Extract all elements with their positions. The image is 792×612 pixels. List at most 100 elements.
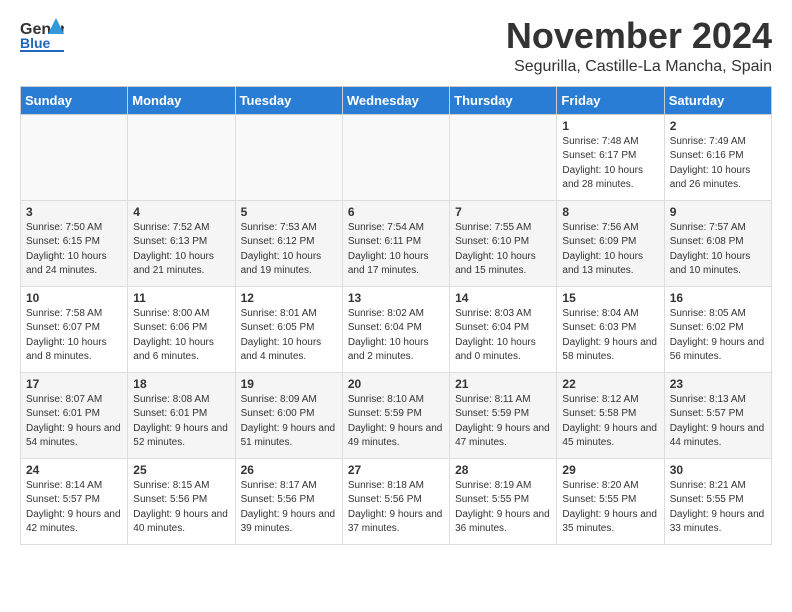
calendar-cell: [342, 114, 449, 200]
day-number: 20: [348, 377, 444, 391]
calendar-cell: 12 Sunrise: 8:01 AM Sunset: 6:05 PM Dayli…: [235, 286, 342, 372]
day-number: 27: [348, 463, 444, 477]
page: General Blue November 2024 Segurilla, Ca…: [0, 0, 792, 565]
calendar-cell: 8 Sunrise: 7:56 AM Sunset: 6:09 PM Daylig…: [557, 200, 664, 286]
calendar-cell: 29 Sunrise: 8:20 AM Sunset: 5:55 PM Dayli…: [557, 458, 664, 544]
calendar-cell: 19 Sunrise: 8:09 AM Sunset: 6:00 PM Dayli…: [235, 372, 342, 458]
day-info: Sunrise: 8:01 AM Sunset: 6:05 PM Dayligh…: [241, 307, 337, 365]
day-info: Sunrise: 7:56 AM Sunset: 6:09 PM Dayligh…: [562, 221, 658, 279]
calendar-cell: 13Sunrise: 8:02 AM Sunset: 6:04 PM Dayli…: [342, 286, 449, 372]
day-info: Sunrise: 7:49 AM Sunset: 6:16 PM Dayligh…: [670, 135, 766, 193]
calendar-cell: 4 Sunrise: 7:52 AM Sunset: 6:13 PM Daylig…: [128, 200, 235, 286]
calendar-week-3: 17 Sunrise: 8:07 AM Sunset: 6:01 PM Dayli…: [21, 372, 772, 458]
weekday-header-friday: Friday: [557, 86, 664, 114]
day-number: 18: [133, 377, 229, 391]
day-info: Sunrise: 8:14 AM Sunset: 5:57 PM Dayligh…: [26, 479, 122, 537]
day-info: Sunrise: 8:18 AM Sunset: 5:56 PM Dayligh…: [348, 479, 444, 537]
day-info: Sunrise: 8:04 AM Sunset: 6:03 PM Dayligh…: [562, 307, 658, 365]
day-number: 6: [348, 205, 444, 219]
day-number: 24: [26, 463, 122, 477]
calendar-cell: 17 Sunrise: 8:07 AM Sunset: 6:01 PM Dayli…: [21, 372, 128, 458]
day-number: 5: [241, 205, 337, 219]
day-info: Sunrise: 8:21 AM Sunset: 5:55 PM Dayligh…: [670, 479, 766, 537]
day-number: 19: [241, 377, 337, 391]
calendar-cell: 30 Sunrise: 8:21 AM Sunset: 5:55 PM Dayli…: [664, 458, 771, 544]
weekday-header-saturday: Saturday: [664, 86, 771, 114]
day-info: Sunrise: 8:12 AM Sunset: 5:58 PM Dayligh…: [562, 393, 658, 451]
calendar-cell: [21, 114, 128, 200]
day-info: Sunrise: 7:52 AM Sunset: 6:13 PM Dayligh…: [133, 221, 229, 279]
calendar: SundayMondayTuesdayWednesdayThursdayFrid…: [20, 86, 772, 545]
calendar-cell: 26Sunrise: 8:17 AM Sunset: 5:56 PM Dayli…: [235, 458, 342, 544]
calendar-cell: 25Sunrise: 8:15 AM Sunset: 5:56 PM Dayli…: [128, 458, 235, 544]
calendar-cell: 20Sunrise: 8:10 AM Sunset: 5:59 PM Dayli…: [342, 372, 449, 458]
calendar-cell: 21 Sunrise: 8:11 AM Sunset: 5:59 PM Dayli…: [450, 372, 557, 458]
day-number: 29: [562, 463, 658, 477]
day-number: 22: [562, 377, 658, 391]
day-number: 16: [670, 291, 766, 305]
day-number: 21: [455, 377, 551, 391]
day-info: Sunrise: 8:15 AM Sunset: 5:56 PM Dayligh…: [133, 479, 229, 537]
calendar-cell: [450, 114, 557, 200]
day-info: Sunrise: 8:20 AM Sunset: 5:55 PM Dayligh…: [562, 479, 658, 537]
day-number: 14: [455, 291, 551, 305]
calendar-cell: 7Sunrise: 7:55 AM Sunset: 6:10 PM Daylig…: [450, 200, 557, 286]
calendar-cell: 22 Sunrise: 8:12 AM Sunset: 5:58 PM Dayli…: [557, 372, 664, 458]
weekday-header-sunday: Sunday: [21, 86, 128, 114]
day-number: 4: [133, 205, 229, 219]
day-number: 12: [241, 291, 337, 305]
calendar-cell: 24 Sunrise: 8:14 AM Sunset: 5:57 PM Dayli…: [21, 458, 128, 544]
weekday-header-tuesday: Tuesday: [235, 86, 342, 114]
day-number: 23: [670, 377, 766, 391]
weekday-header-row: SundayMondayTuesdayWednesdayThursdayFrid…: [21, 86, 772, 114]
location-subtitle: Segurilla, Castille-La Mancha, Spain: [506, 58, 772, 76]
day-info: Sunrise: 8:13 AM Sunset: 5:57 PM Dayligh…: [670, 393, 766, 451]
calendar-cell: [128, 114, 235, 200]
day-info: Sunrise: 8:19 AM Sunset: 5:55 PM Dayligh…: [455, 479, 551, 537]
calendar-body: 1Sunrise: 7:48 AM Sunset: 6:17 PM Daylig…: [21, 114, 772, 544]
logo: General Blue: [20, 16, 64, 52]
day-info: Sunrise: 8:03 AM Sunset: 6:04 PM Dayligh…: [455, 307, 551, 365]
calendar-week-2: 10Sunrise: 7:58 AM Sunset: 6:07 PM Dayli…: [21, 286, 772, 372]
calendar-cell: 14 Sunrise: 8:03 AM Sunset: 6:04 PM Dayli…: [450, 286, 557, 372]
calendar-cell: 1Sunrise: 7:48 AM Sunset: 6:17 PM Daylig…: [557, 114, 664, 200]
calendar-cell: 28Sunrise: 8:19 AM Sunset: 5:55 PM Dayli…: [450, 458, 557, 544]
calendar-week-0: 1Sunrise: 7:48 AM Sunset: 6:17 PM Daylig…: [21, 114, 772, 200]
weekday-header-wednesday: Wednesday: [342, 86, 449, 114]
header: General Blue November 2024 Segurilla, Ca…: [20, 16, 772, 76]
day-number: 30: [670, 463, 766, 477]
calendar-cell: 6Sunrise: 7:54 AM Sunset: 6:11 PM Daylig…: [342, 200, 449, 286]
day-info: Sunrise: 8:09 AM Sunset: 6:00 PM Dayligh…: [241, 393, 337, 451]
day-info: Sunrise: 8:11 AM Sunset: 5:59 PM Dayligh…: [455, 393, 551, 451]
weekday-header-thursday: Thursday: [450, 86, 557, 114]
day-number: 9: [670, 205, 766, 219]
day-number: 8: [562, 205, 658, 219]
day-info: Sunrise: 8:07 AM Sunset: 6:01 PM Dayligh…: [26, 393, 122, 451]
day-number: 7: [455, 205, 551, 219]
calendar-cell: 3Sunrise: 7:50 AM Sunset: 6:15 PM Daylig…: [21, 200, 128, 286]
month-title: November 2024: [506, 16, 772, 56]
calendar-week-4: 24 Sunrise: 8:14 AM Sunset: 5:57 PM Dayli…: [21, 458, 772, 544]
day-number: 1: [562, 119, 658, 133]
day-info: Sunrise: 8:00 AM Sunset: 6:06 PM Dayligh…: [133, 307, 229, 365]
title-area: November 2024 Segurilla, Castille-La Man…: [506, 16, 772, 76]
day-number: 26: [241, 463, 337, 477]
weekday-header-monday: Monday: [128, 86, 235, 114]
day-number: 11: [133, 291, 229, 305]
calendar-cell: 15 Sunrise: 8:04 AM Sunset: 6:03 PM Dayli…: [557, 286, 664, 372]
calendar-cell: 9 Sunrise: 7:57 AM Sunset: 6:08 PM Daylig…: [664, 200, 771, 286]
day-number: 17: [26, 377, 122, 391]
day-number: 2: [670, 119, 766, 133]
calendar-cell: 27 Sunrise: 8:18 AM Sunset: 5:56 PM Dayli…: [342, 458, 449, 544]
day-info: Sunrise: 7:57 AM Sunset: 6:08 PM Dayligh…: [670, 221, 766, 279]
calendar-cell: 18 Sunrise: 8:08 AM Sunset: 6:01 PM Dayli…: [128, 372, 235, 458]
day-number: 15: [562, 291, 658, 305]
day-info: Sunrise: 7:50 AM Sunset: 6:15 PM Dayligh…: [26, 221, 122, 279]
calendar-cell: 10Sunrise: 7:58 AM Sunset: 6:07 PM Dayli…: [21, 286, 128, 372]
day-info: Sunrise: 8:08 AM Sunset: 6:01 PM Dayligh…: [133, 393, 229, 451]
day-info: Sunrise: 8:02 AM Sunset: 6:04 PM Dayligh…: [348, 307, 444, 365]
day-info: Sunrise: 7:58 AM Sunset: 6:07 PM Dayligh…: [26, 307, 122, 365]
svg-text:Blue: Blue: [20, 35, 51, 51]
logo-icon: General Blue: [20, 16, 64, 52]
calendar-cell: 11 Sunrise: 8:00 AM Sunset: 6:06 PM Dayli…: [128, 286, 235, 372]
